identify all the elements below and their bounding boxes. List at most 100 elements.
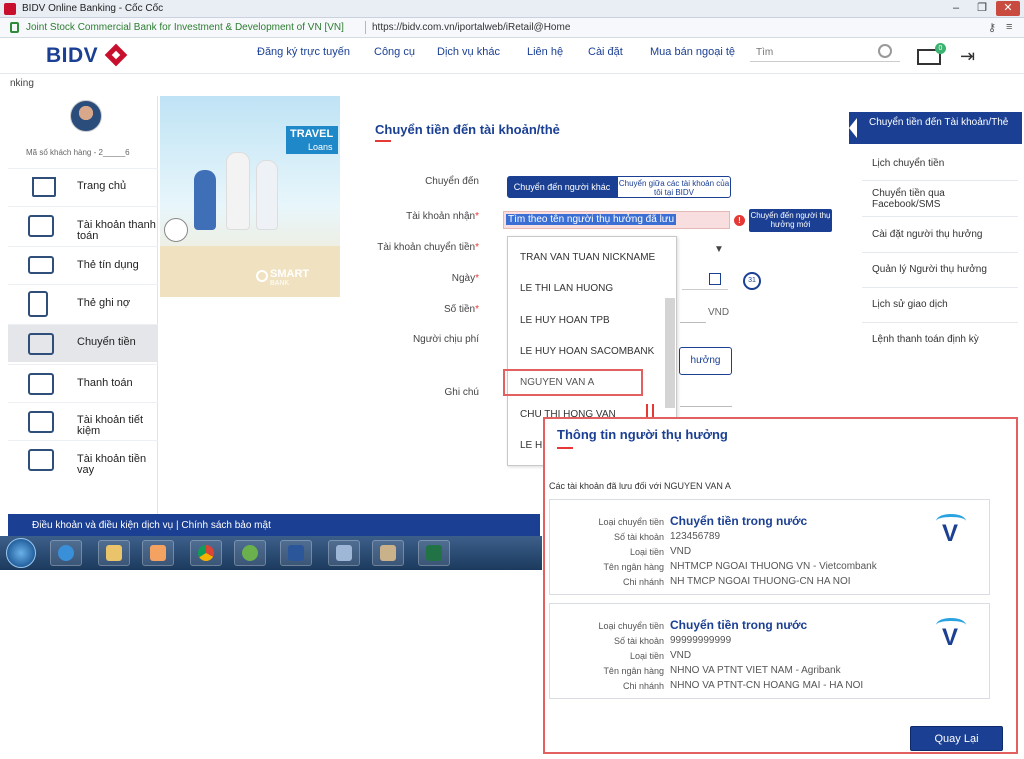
avatar[interactable] xyxy=(70,100,102,132)
sidebar-item-savings[interactable]: Tài khoản tiết kiệm xyxy=(8,402,158,440)
notification-badge: 0 xyxy=(935,43,946,54)
key-icon[interactable]: ⚷ xyxy=(988,21,996,34)
bank-name-value: NHNO VA PTNT VIET NAM - Agribank xyxy=(670,665,841,676)
nav-settings[interactable]: Cài đặt xyxy=(588,46,623,58)
window-titlebar: BIDV Online Banking - Cốc Cốc – ❐ ✕ xyxy=(0,0,1024,18)
back-button[interactable]: Quay Lại xyxy=(910,726,1003,751)
nav-forex[interactable]: Mua bán ngoại tệ xyxy=(650,46,735,58)
right-menu-item-standing-orders[interactable]: Lệnh thanh toán định kỳ xyxy=(872,334,1012,345)
taskbar-chrome-icon[interactable] xyxy=(190,540,222,566)
savings-icon xyxy=(28,411,54,433)
divider xyxy=(862,252,1018,253)
calendar-icon[interactable] xyxy=(709,273,721,285)
sidebar-item-checking-account[interactable]: Tài khoản thanh toán xyxy=(8,206,158,244)
taskbar-paint-icon[interactable] xyxy=(372,540,404,566)
note-input[interactable] xyxy=(680,406,732,407)
saved-account-card[interactable]: Loại chuyển tiền Chuyển tiền trong nước … xyxy=(549,603,990,699)
start-button[interactable] xyxy=(6,538,36,568)
label-text: Tài khoản chuyển tiền xyxy=(377,242,476,253)
dropdown-option[interactable]: TRAN VAN TUAN NICKNAME xyxy=(520,252,655,263)
receiver-account-value: Tìm theo tên người thụ hưởng đã lưu xyxy=(506,214,677,225)
dropdown-option[interactable]: LE THI LAN HUONG xyxy=(520,283,613,294)
transfer-type-value: Chuyển tiền trong nước xyxy=(670,618,808,632)
sidebar-item-debit-card[interactable]: Thẻ ghi nợ xyxy=(8,284,158,322)
nav-other-services[interactable]: Dịch vụ khác xyxy=(437,46,500,58)
url-text[interactable]: https://bidv.com.vn/iportalweb/iRetail@H… xyxy=(372,22,570,33)
bank-text: BANK xyxy=(270,280,290,287)
page-footer: Điều khoản và điều kiện dịch vụ | Chính … xyxy=(8,514,540,536)
tab-transfer-to-others[interactable]: Chuyển đến người khác xyxy=(507,176,617,198)
bidv-logo-text[interactable]: BIDV xyxy=(46,44,98,68)
taskbar-app-icon[interactable] xyxy=(328,540,360,566)
right-menu-item-beneficiary-settings[interactable]: Cài đặt người thụ hưởng xyxy=(872,229,1012,240)
right-menu-item-transfer-schedule[interactable]: Lịch chuyển tiền xyxy=(872,158,1012,169)
info-title-underline xyxy=(557,447,573,449)
sidebar-item-label: Tài khoản thanh toán xyxy=(77,219,156,242)
sidebar-item-transfer[interactable]: Chuyển tiền xyxy=(8,324,158,362)
right-menu-item-transfer-account[interactable]: Chuyển tiền đến Tài khoản/Thẻ xyxy=(849,112,1022,144)
banner-figure xyxy=(226,152,250,230)
receiver-account-input[interactable]: Tìm theo tên người thụ hưởng đã lưu xyxy=(503,211,730,229)
divider xyxy=(862,322,1018,323)
tab-transfer-own-accounts[interactable]: Chuyển giữa các tài khoản của tôi tại BI… xyxy=(617,176,731,198)
taskbar-word-icon[interactable] xyxy=(280,540,312,566)
taskbar-media-icon[interactable] xyxy=(142,540,174,566)
sidebar-item-label: Trang chủ xyxy=(77,180,127,192)
travel-text: TRAVEL xyxy=(290,128,334,140)
maximize-button[interactable]: ❐ xyxy=(970,1,994,16)
dropdown-scrollbar[interactable] xyxy=(665,298,675,408)
sidebar-item-payment[interactable]: Thanh toán xyxy=(8,364,158,402)
account-number-value: 123456789 xyxy=(670,531,721,542)
promo-banner[interactable]: TRAVEL Loans SMART BANK xyxy=(160,96,340,297)
taskbar-excel-icon[interactable] xyxy=(418,540,450,566)
refresh-icon[interactable]: 31 xyxy=(743,272,761,290)
lock-icon xyxy=(10,22,19,33)
amount-input[interactable] xyxy=(680,322,706,323)
label-text: Số tiền xyxy=(443,304,476,315)
right-menu-item-facebook-sms[interactable]: Chuyển tiền qua Facebook/SMS xyxy=(872,188,1012,210)
field-label: Chi nhánh xyxy=(622,577,664,587)
window-title: BIDV Online Banking - Cốc Cốc xyxy=(22,3,164,14)
close-button[interactable]: ✕ xyxy=(996,1,1020,16)
field-label: Tên ngân hàng xyxy=(603,562,664,572)
dropdown-option[interactable]: LE H xyxy=(520,440,542,451)
label-text: Tài khoản nhận xyxy=(406,211,476,222)
taskbar-ie-icon[interactable] xyxy=(50,540,82,566)
label-receiver-account: Tài khoản nhận* xyxy=(371,211,479,222)
address-bar[interactable]: Joint Stock Commercial Bank for Investme… xyxy=(0,18,1024,38)
warning-icon: ! xyxy=(734,215,745,226)
menu-icon[interactable]: ≡ xyxy=(1006,21,1012,33)
banner-figure xyxy=(194,170,216,230)
nav-online-register[interactable]: Đăng ký trực tuyến xyxy=(257,46,350,58)
branch-value: NHNO VA PTNT-CN HOANG MAI - HA NOI xyxy=(670,680,864,691)
right-menu-item-history[interactable]: Lịch sử giao dịch xyxy=(872,299,1012,310)
dropdown-option[interactable]: LE HUY HOAN SACOMBANK xyxy=(520,346,654,357)
sidebar-item-credit-card[interactable]: Thẻ tín dụng xyxy=(8,246,158,284)
right-menu-item-manage-beneficiaries[interactable]: Quản lý Người thụ hưởng xyxy=(872,264,1012,275)
bank-logo-letter: V xyxy=(942,624,959,651)
date-input[interactable] xyxy=(682,270,728,290)
certificate-owner: Joint Stock Commercial Bank for Investme… xyxy=(26,22,344,33)
logout-icon[interactable]: ⇥ xyxy=(960,46,975,67)
nav-tools[interactable]: Công cụ xyxy=(374,46,415,58)
label-text: Ngày xyxy=(451,273,476,284)
sidebar-item-home[interactable]: Trang chủ xyxy=(8,168,158,206)
nav-contact[interactable]: Liên hệ xyxy=(527,46,563,58)
dropdown-option[interactable]: LE HUY HOAN TPB xyxy=(520,315,610,326)
label-source-account: Tài khoản chuyển tiền* xyxy=(371,242,479,253)
footer-terms-link[interactable]: Điều khoản và điều kiện dịch vụ | Chính … xyxy=(32,520,271,531)
saved-account-card[interactable]: Loại chuyển tiền Chuyển tiền trong nước … xyxy=(549,499,990,595)
sidebar-item-loan[interactable]: Tài khoản tiền vay xyxy=(8,440,158,478)
search-icon[interactable] xyxy=(878,44,892,58)
divider xyxy=(862,287,1018,288)
smart-bank-logo: SMART BANK xyxy=(270,268,310,287)
fee-payer-option[interactable]: hưởng xyxy=(679,347,732,375)
taskbar-coccoc-icon[interactable] xyxy=(234,540,266,566)
minimize-button[interactable]: – xyxy=(944,1,968,16)
debit-card-icon xyxy=(28,291,48,317)
new-beneficiary-button[interactable]: Chuyển đến người thụ hưởng mới xyxy=(749,209,832,232)
taskbar-explorer-icon[interactable] xyxy=(98,540,130,566)
chevron-down-icon[interactable]: ▼ xyxy=(714,244,724,255)
required-mark: * xyxy=(475,273,479,284)
smart-text: SMART xyxy=(270,268,310,280)
